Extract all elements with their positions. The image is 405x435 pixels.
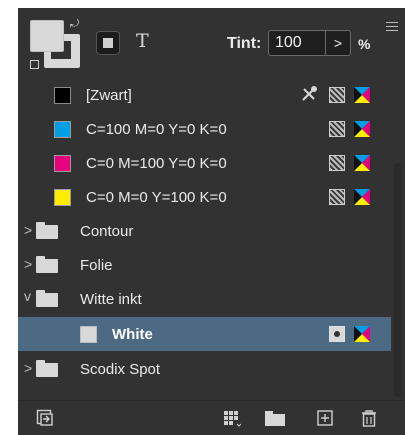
folder-icon xyxy=(36,360,58,377)
cmyk-mode-icon xyxy=(354,121,370,137)
non-editable-icon xyxy=(302,86,317,101)
group-label: Folie xyxy=(80,257,113,274)
trash-icon[interactable] xyxy=(360,409,378,427)
group-label: Scodix Spot xyxy=(80,361,161,378)
group-label: Contour xyxy=(80,223,134,240)
swatch-list: [Zwart] C=100 M=0 Y=0 K=0 C=0 M=100 Y=0 … xyxy=(18,78,391,400)
swatch-chip xyxy=(54,155,71,172)
swatch-group-folie[interactable]: > Folie xyxy=(18,248,391,282)
swatch-chip xyxy=(54,121,71,138)
new-color-group-icon[interactable] xyxy=(264,409,286,427)
spot-color-icon xyxy=(329,326,345,342)
swatch-group-contour[interactable]: > Contour xyxy=(18,214,391,248)
swatch-views-icon[interactable] xyxy=(223,409,241,427)
tint-label: Tint: xyxy=(227,35,262,52)
swatch-group-witte-inkt[interactable]: v Witte inkt xyxy=(18,282,391,316)
fill-swatch[interactable] xyxy=(30,20,64,52)
swatches-panel: ⤾ T Tint: > % [Zwart] xyxy=(18,8,405,435)
swatch-row-yellow[interactable]: C=0 M=0 Y=100 K=0 xyxy=(18,180,391,214)
new-swatch-icon[interactable] xyxy=(316,409,334,427)
scrollbar[interactable] xyxy=(394,163,402,397)
swatch-row-cyan[interactable]: C=100 M=0 Y=0 K=0 xyxy=(18,112,391,146)
process-color-icon xyxy=(329,155,345,171)
folder-icon xyxy=(36,256,58,273)
process-color-icon xyxy=(329,87,345,103)
process-color-icon xyxy=(329,121,345,137)
swap-fill-stroke-icon[interactable]: ⤾ xyxy=(70,18,79,31)
folder-icon xyxy=(36,222,58,239)
panel-menu-icon[interactable] xyxy=(386,22,398,32)
tint-unit: % xyxy=(358,36,371,52)
chevron-right-icon[interactable]: > xyxy=(24,256,32,272)
swatch-chip xyxy=(54,189,71,206)
swatch-label: C=0 M=0 Y=100 K=0 xyxy=(86,189,227,206)
swatch-label: C=0 M=100 Y=0 K=0 xyxy=(86,155,227,172)
swatches-bottom-toolbar xyxy=(18,400,405,435)
cmyk-mode-icon xyxy=(354,326,370,342)
formatting-affects-text-button[interactable]: T xyxy=(136,30,149,52)
cmyk-mode-icon xyxy=(354,155,370,171)
swatch-group-scodix-spot[interactable]: > Scodix Spot xyxy=(18,352,391,386)
swatch-row-zwart[interactable]: [Zwart] xyxy=(18,78,391,112)
chevron-right-icon[interactable]: > xyxy=(24,222,32,238)
group-label: Witte inkt xyxy=(80,291,142,308)
tint-input[interactable] xyxy=(268,30,326,56)
swatch-label: White xyxy=(112,326,153,343)
tint-slider-button[interactable]: > xyxy=(325,30,351,56)
add-to-cc-library-icon[interactable] xyxy=(36,409,54,427)
folder-icon xyxy=(36,290,58,307)
process-color-icon xyxy=(329,189,345,205)
swatch-row-magenta[interactable]: C=0 M=100 Y=0 K=0 xyxy=(18,146,391,180)
swatch-label: C=100 M=0 Y=0 K=0 xyxy=(86,121,227,138)
cmyk-mode-icon xyxy=(354,189,370,205)
default-fill-stroke-icon[interactable] xyxy=(30,60,39,69)
swatch-chip xyxy=(80,326,97,343)
swatch-row-white[interactable]: White xyxy=(18,317,391,351)
chevron-down-icon[interactable]: v xyxy=(24,288,31,304)
formatting-affects-container-button[interactable] xyxy=(96,31,120,55)
swatch-chip xyxy=(54,87,71,104)
fill-stroke-widget[interactable]: ⤾ xyxy=(30,18,84,70)
chevron-right-icon[interactable]: > xyxy=(24,360,32,376)
swatches-toolbar: ⤾ T Tint: > % xyxy=(18,8,405,76)
cmyk-mode-icon xyxy=(354,87,370,103)
swatch-label: [Zwart] xyxy=(86,87,132,104)
